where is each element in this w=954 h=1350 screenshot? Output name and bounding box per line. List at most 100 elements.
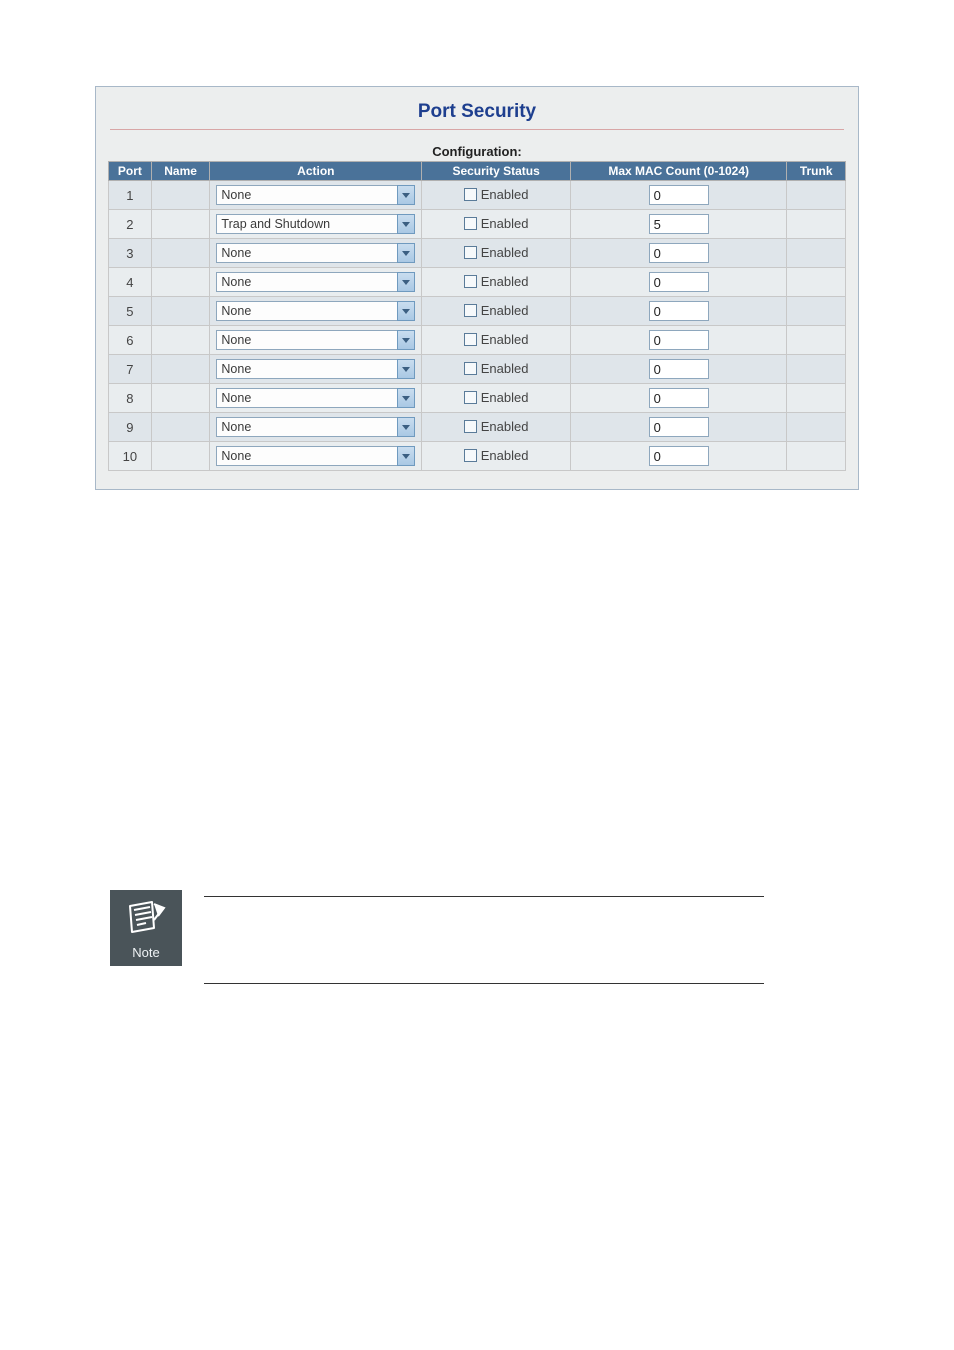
max-mac-input[interactable]	[649, 301, 709, 321]
table-row: 1 None Enabled	[109, 181, 846, 210]
chevron-down-icon[interactable]	[397, 359, 415, 379]
mac-cell	[571, 297, 787, 326]
max-mac-input[interactable]	[649, 388, 709, 408]
status-cell: Enabled	[422, 384, 571, 413]
note-badge: Note	[110, 890, 182, 966]
mac-cell	[571, 210, 787, 239]
name-cell	[151, 413, 210, 442]
status-cell: Enabled	[422, 355, 571, 384]
enabled-label: Enabled	[481, 332, 529, 347]
status-cell: Enabled	[422, 268, 571, 297]
name-cell	[151, 442, 210, 471]
enabled-checkbox[interactable]	[464, 391, 477, 404]
enabled-checkbox[interactable]	[464, 449, 477, 462]
max-mac-input[interactable]	[649, 417, 709, 437]
action-select-value: Trap and Shutdown	[216, 214, 397, 234]
action-select[interactable]: None	[216, 272, 415, 292]
action-cell: None	[210, 384, 422, 413]
action-cell: None	[210, 355, 422, 384]
enabled-checkbox[interactable]	[464, 217, 477, 230]
enabled-checkbox[interactable]	[464, 304, 477, 317]
action-select-value: None	[216, 243, 397, 263]
enabled-checkbox[interactable]	[464, 333, 477, 346]
table-row: 10 None Enabled	[109, 442, 846, 471]
port-cell: 9	[109, 413, 152, 442]
action-select[interactable]: None	[216, 446, 415, 466]
note-block: Note	[110, 890, 954, 984]
enabled-checkbox[interactable]	[464, 246, 477, 259]
enabled-checkbox[interactable]	[464, 188, 477, 201]
enabled-checkbox[interactable]	[464, 420, 477, 433]
chevron-down-icon[interactable]	[397, 388, 415, 408]
note-divider-top	[204, 896, 764, 897]
trunk-cell	[787, 326, 846, 355]
action-select[interactable]: None	[216, 359, 415, 379]
port-cell: 1	[109, 181, 152, 210]
chevron-down-icon[interactable]	[397, 272, 415, 292]
chevron-down-icon[interactable]	[397, 301, 415, 321]
action-select[interactable]: None	[216, 330, 415, 350]
status-cell: Enabled	[422, 181, 571, 210]
trunk-cell	[787, 210, 846, 239]
max-mac-input[interactable]	[649, 272, 709, 292]
enabled-label: Enabled	[481, 303, 529, 318]
max-mac-input[interactable]	[649, 446, 709, 466]
table-row: 4 None Enabled	[109, 268, 846, 297]
col-status: Security Status	[422, 162, 571, 181]
enabled-label: Enabled	[481, 361, 529, 376]
port-cell: 10	[109, 442, 152, 471]
note-icon	[124, 898, 168, 938]
max-mac-input[interactable]	[649, 185, 709, 205]
chevron-down-icon[interactable]	[397, 330, 415, 350]
max-mac-input[interactable]	[649, 243, 709, 263]
status-cell: Enabled	[422, 326, 571, 355]
col-name: Name	[151, 162, 210, 181]
note-divider-bottom	[204, 983, 764, 984]
action-select[interactable]: None	[216, 417, 415, 437]
action-cell: None	[210, 268, 422, 297]
name-cell	[151, 268, 210, 297]
action-select[interactable]: None	[216, 301, 415, 321]
chevron-down-icon[interactable]	[397, 214, 415, 234]
col-trunk: Trunk	[787, 162, 846, 181]
action-cell: None	[210, 297, 422, 326]
status-cell: Enabled	[422, 442, 571, 471]
port-security-panel: Port Security Configuration: Port Name A…	[95, 86, 859, 490]
chevron-down-icon[interactable]	[397, 185, 415, 205]
trunk-cell	[787, 297, 846, 326]
enabled-checkbox[interactable]	[464, 275, 477, 288]
title-divider	[110, 129, 844, 130]
chevron-down-icon[interactable]	[397, 417, 415, 437]
status-cell: Enabled	[422, 297, 571, 326]
mac-cell	[571, 326, 787, 355]
chevron-down-icon[interactable]	[397, 243, 415, 263]
trunk-cell	[787, 413, 846, 442]
trunk-cell	[787, 239, 846, 268]
max-mac-input[interactable]	[649, 359, 709, 379]
action-select-value: None	[216, 301, 397, 321]
port-cell: 4	[109, 268, 152, 297]
mac-cell	[571, 181, 787, 210]
name-cell	[151, 239, 210, 268]
action-select[interactable]: None	[216, 388, 415, 408]
action-select-value: None	[216, 330, 397, 350]
action-select-value: None	[216, 446, 397, 466]
action-cell: None	[210, 442, 422, 471]
page-title: Port Security	[108, 101, 846, 129]
action-cell: None	[210, 326, 422, 355]
port-cell: 5	[109, 297, 152, 326]
enabled-label: Enabled	[481, 216, 529, 231]
max-mac-input[interactable]	[649, 330, 709, 350]
table-row: 9NoneEnabled	[109, 413, 846, 442]
max-mac-input[interactable]	[649, 214, 709, 234]
port-cell: 2	[109, 210, 152, 239]
action-select[interactable]: Trap and Shutdown	[216, 214, 415, 234]
chevron-down-icon[interactable]	[397, 446, 415, 466]
port-cell: 3	[109, 239, 152, 268]
action-select[interactable]: None	[216, 243, 415, 263]
mac-cell	[571, 355, 787, 384]
enabled-checkbox[interactable]	[464, 362, 477, 375]
action-select-value: None	[216, 417, 397, 437]
config-table: Port Name Action Security Status Max MAC…	[108, 161, 846, 471]
action-select[interactable]: None	[216, 185, 415, 205]
